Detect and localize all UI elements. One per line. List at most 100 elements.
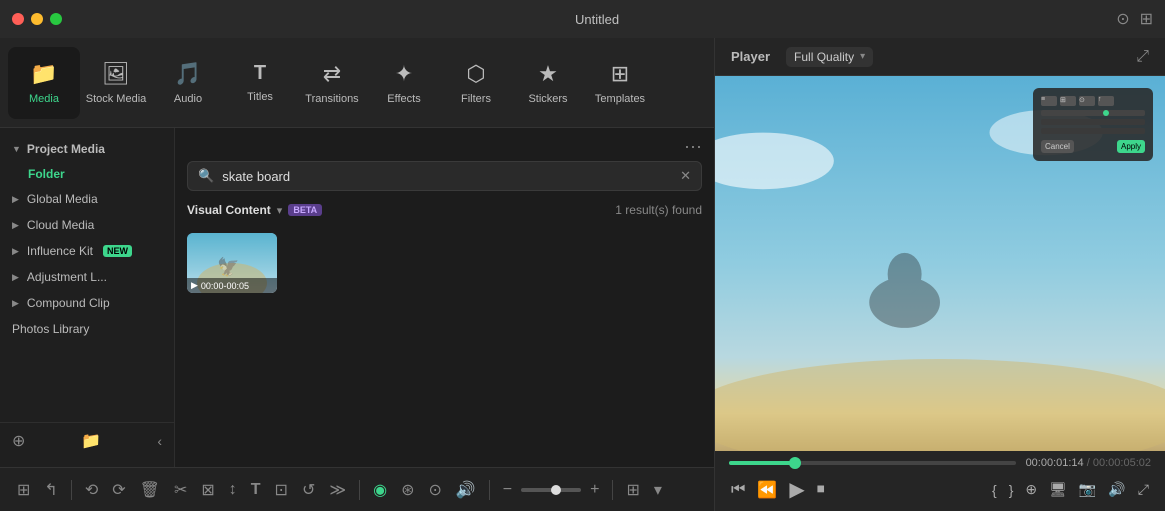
toolbar-item-stock-media[interactable]: 🖼 Stock Media bbox=[80, 47, 152, 119]
monitor-icon[interactable]: 🖥 bbox=[1047, 479, 1069, 500]
titlebar-actions: ⊙ ⊞ bbox=[1116, 9, 1153, 29]
zoom-thumb bbox=[551, 485, 561, 495]
volume-btn[interactable]: 🔊 bbox=[1106, 479, 1127, 500]
sidebar-item-folder[interactable]: Folder bbox=[0, 162, 174, 186]
filter-label: Visual Content bbox=[187, 203, 271, 217]
search-icon: 🔍 bbox=[198, 168, 214, 184]
volume-icon[interactable]: 🔊 bbox=[451, 476, 481, 504]
audio-icon[interactable]: ↕ bbox=[224, 477, 242, 503]
search-bar: 🔍 ✕ bbox=[175, 161, 714, 199]
stop-button[interactable]: ⏹ bbox=[815, 479, 827, 501]
play-button[interactable]: ▶ bbox=[787, 475, 806, 504]
maximize-button[interactable] bbox=[50, 13, 62, 25]
svg-text:🦅: 🦅 bbox=[217, 256, 239, 277]
zoom-slider[interactable] bbox=[521, 488, 581, 492]
undo-icon[interactable]: ⟲ bbox=[80, 476, 103, 504]
grid-layout-icon[interactable]: ⊞ bbox=[621, 476, 644, 504]
close-button[interactable] bbox=[12, 13, 24, 25]
insert-icon[interactable]: ⊕ bbox=[1023, 479, 1039, 500]
speed-icon[interactable]: ↺ bbox=[297, 476, 320, 504]
content-area: ··· 🔍 ✕ Visual Content ▾ BETA 1 resu bbox=[175, 128, 714, 467]
templates-icon: ⊞ bbox=[611, 61, 629, 87]
fullscreen-icon[interactable]: ⤢ bbox=[1136, 479, 1151, 500]
divider-3 bbox=[489, 480, 490, 500]
toolbar-item-filters[interactable]: ⬡ Filters bbox=[440, 47, 512, 119]
window-controls[interactable] bbox=[12, 13, 62, 25]
search-input[interactable] bbox=[222, 169, 672, 184]
content-filter: Visual Content ▾ BETA 1 result(s) found bbox=[175, 199, 714, 225]
snap-icon[interactable]: ⊡ bbox=[270, 476, 293, 504]
mark-in-icon[interactable]: { bbox=[990, 480, 999, 500]
main-container: 📁 Media 🖼 Stock Media 🎵 Audio T Titles ⇄… bbox=[0, 38, 1165, 511]
add-folder-icon[interactable]: ⊕ bbox=[12, 431, 25, 451]
player-video: ≡ ⊞ ⊙ ↑ Cancel Apply bbox=[715, 76, 1165, 451]
layout-icon[interactable]: ⊞ bbox=[12, 476, 35, 504]
minus-icon[interactable]: − bbox=[498, 477, 517, 503]
toolbar-item-stickers[interactable]: ★ Stickers bbox=[512, 47, 584, 119]
player-label: Player bbox=[731, 49, 770, 64]
vop-track-2 bbox=[1041, 119, 1145, 125]
quality-selector[interactable]: Full Quality ▾ bbox=[786, 47, 873, 67]
vop-cancel-btn[interactable]: Cancel bbox=[1041, 140, 1074, 153]
search-wrapper: 🔍 ✕ bbox=[187, 161, 702, 191]
toolbar-item-templates[interactable]: ⊞ Templates bbox=[584, 47, 656, 119]
mark-out-icon[interactable]: } bbox=[1007, 480, 1016, 500]
expand-icon[interactable]: ▾ bbox=[649, 476, 667, 504]
delete-icon[interactable]: 🗑 bbox=[135, 476, 165, 504]
text-icon[interactable]: T bbox=[246, 477, 266, 503]
bottom-toolbar: ⊞ ↰ ⟲ ⟳ 🗑 ✂ ⊠ ↕ T ⊡ ↺ ≫ ◉ ⊛ ⊙ 🔊 − + ⊞ bbox=[0, 467, 714, 511]
titlebar-icon-2[interactable]: ⊞ bbox=[1140, 9, 1153, 29]
sidebar-item-adjustment-layer[interactable]: ▶ Adjustment L... bbox=[0, 264, 174, 290]
chevron-right-icon: ▶ bbox=[12, 272, 19, 283]
sidebar-item-cloud-media[interactable]: ▶ Cloud Media bbox=[0, 212, 174, 238]
transitions-icon: ⇄ bbox=[323, 61, 341, 87]
sidebar-item-global-media[interactable]: ▶ Global Media bbox=[0, 186, 174, 212]
vop-btn-4[interactable]: ↑ bbox=[1098, 96, 1114, 106]
step-back-icon[interactable]: ⏪ bbox=[755, 478, 779, 502]
sidebar-item-project-media[interactable]: ▼ Project Media bbox=[0, 136, 174, 162]
video-thumbnail[interactable]: 🦅 ▶ 00:00-00:05 bbox=[187, 233, 277, 293]
vop-track-3 bbox=[1041, 128, 1145, 134]
sidebar-item-compound-clip[interactable]: ▶ Compound Clip bbox=[0, 290, 174, 316]
cut-icon[interactable]: ✂ bbox=[169, 476, 192, 504]
titles-icon: T bbox=[254, 62, 266, 85]
divider-4 bbox=[612, 480, 613, 500]
expand-player-icon[interactable]: ⤢ bbox=[1136, 48, 1149, 66]
vop-btn-2[interactable]: ⊞ bbox=[1060, 96, 1076, 106]
plus-icon[interactable]: + bbox=[585, 477, 604, 503]
minimize-button[interactable] bbox=[31, 13, 43, 25]
skip-back-icon[interactable]: ⏮ bbox=[729, 479, 747, 501]
crop-icon[interactable]: ⊠ bbox=[196, 476, 219, 504]
caption-icon[interactable]: ⊙ bbox=[423, 476, 446, 504]
toolbar-item-effects[interactable]: ✦ Effects bbox=[368, 47, 440, 119]
collapse-button[interactable]: ‹ bbox=[157, 433, 162, 449]
clear-search-icon[interactable]: ✕ bbox=[680, 168, 691, 184]
toolbar-item-titles[interactable]: T Titles bbox=[224, 47, 296, 119]
toolbar-item-audio[interactable]: 🎵 Audio bbox=[152, 47, 224, 119]
sidebar-item-photos-library[interactable]: Photos Library bbox=[0, 316, 174, 342]
vop-controls: ≡ ⊞ ⊙ ↑ bbox=[1041, 96, 1145, 106]
vop-btn-1[interactable]: ≡ bbox=[1041, 96, 1057, 106]
sidebar-item-influence-kit[interactable]: ▶ Influence Kit NEW bbox=[0, 238, 174, 264]
progress-thumb bbox=[789, 457, 801, 469]
more-options-button[interactable]: ··· bbox=[684, 136, 702, 157]
toolbar-item-media[interactable]: 📁 Media bbox=[8, 47, 80, 119]
effect-icon[interactable]: ⊛ bbox=[396, 476, 419, 504]
redo-icon[interactable]: ⟳ bbox=[107, 476, 130, 504]
progress-fill bbox=[729, 461, 795, 465]
new-folder-icon[interactable]: 📁 bbox=[81, 431, 101, 451]
vop-apply-btn[interactable]: Apply bbox=[1117, 140, 1145, 153]
vop-btn-3[interactable]: ⊙ bbox=[1079, 96, 1095, 106]
toolbar-item-transitions[interactable]: ⇄ Transitions bbox=[296, 47, 368, 119]
player-controls: 00:00:01:14 / 00:00:05:02 ⏮ ⏪ ▶ ⏹ { } ⊕ … bbox=[715, 451, 1165, 511]
more-tools-icon[interactable]: ≫ bbox=[324, 476, 351, 504]
record-icon[interactable]: ◉ bbox=[368, 476, 392, 504]
progress-track[interactable] bbox=[729, 461, 1016, 465]
player-progress-bar: 00:00:01:14 / 00:00:05:02 bbox=[729, 457, 1151, 469]
titlebar-icon-1[interactable]: ⊙ bbox=[1116, 9, 1129, 29]
select-tool-icon[interactable]: ↰ bbox=[39, 476, 62, 504]
snapshot-icon[interactable]: 📷 bbox=[1077, 479, 1098, 500]
effects-icon: ✦ bbox=[395, 61, 413, 87]
new-badge: NEW bbox=[103, 245, 132, 257]
filter-left: Visual Content ▾ BETA bbox=[187, 203, 322, 217]
